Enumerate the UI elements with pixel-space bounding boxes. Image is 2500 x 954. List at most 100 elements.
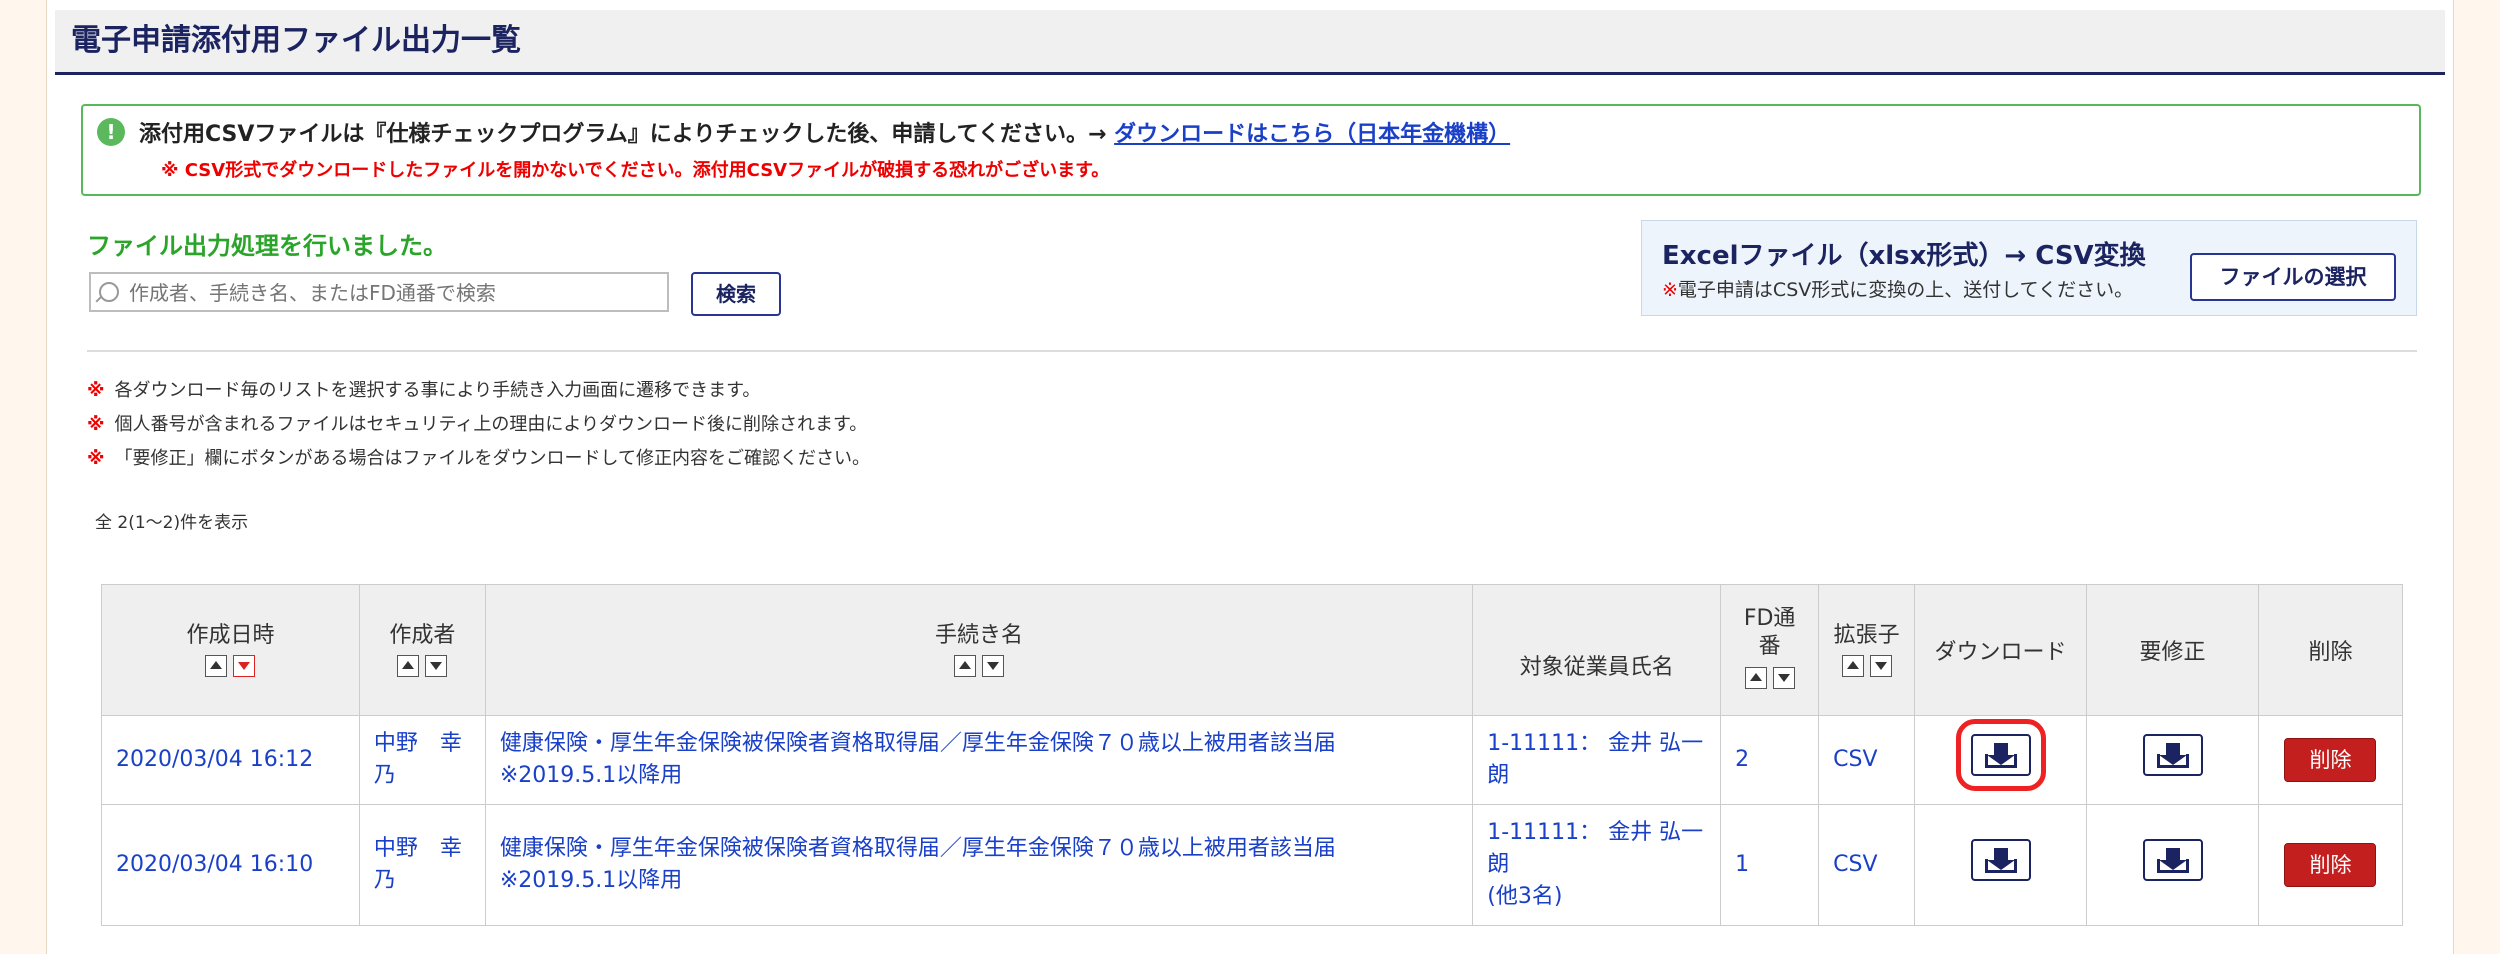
table-row[interactable]: 2020/03/04 16:10 中野 幸乃 健康保険・厚生年金保険被保険者資格… (101, 804, 2404, 926)
tray-icon (1984, 859, 2017, 873)
search-input[interactable] (127, 278, 661, 308)
note-text: 個人番号が含まれるファイルはセキュリティ上の理由によりダウンロード後に削除されま… (114, 414, 868, 435)
note-item: ※ 各ダウンロード毎のリストを選択する事により手続き入力画面に遷移できます。 (87, 376, 870, 410)
col-date-label: 作成日時 (186, 623, 275, 648)
col-fd: FD通番 (1720, 584, 1820, 716)
search-button[interactable]: 検索 (691, 272, 781, 316)
download-button[interactable] (1955, 719, 2046, 791)
note-mark: ※ (87, 380, 105, 401)
fix-download-button[interactable] (2142, 734, 2203, 776)
procedure-note: ※2019.5.1以降用 (499, 868, 683, 893)
sort-asc-icon[interactable] (397, 655, 420, 677)
cell-delete: 削除 (2257, 715, 2404, 805)
col-download: ダウンロード (1914, 584, 2088, 716)
main-panel: 電子申請添付用ファイル出力一覧 ! 添付用CSVファイルは『仕様チェックプログラ… (46, 0, 2454, 954)
sort-asc-icon[interactable] (1841, 655, 1864, 677)
sort-desc-icon[interactable] (982, 655, 1005, 677)
col-employee: 対象従業員氏名 (1472, 584, 1722, 716)
employee-extra: (他3名) (1487, 884, 1563, 909)
excel-convert-note: ※電子申請はCSV形式に変換の上、送付してください。 (1662, 275, 2133, 302)
cell-fix (2086, 715, 2259, 805)
cell-fd[interactable]: 2 (1720, 715, 1820, 805)
cell-date[interactable]: 2020/03/04 16:12 (101, 715, 360, 805)
cell-ext[interactable]: CSV (1818, 804, 1916, 926)
cell-procedure[interactable]: 健康保険・厚生年金保険被保険者資格取得届／厚生年金保険７０歳以上被用者該当届 ※2… (484, 715, 1474, 805)
sort-asc-icon[interactable] (1744, 667, 1767, 689)
col-procedure-label: 手続き名 (935, 623, 1024, 648)
excel-convert-title: Excelファイル（xlsx形式）→ CSV変換 (1662, 241, 2146, 271)
sort-controls (954, 655, 1005, 677)
cell-creator[interactable]: 中野 幸乃 (358, 804, 486, 926)
page-title: 電子申請添付用ファイル出力一覧 (71, 23, 521, 58)
col-employee-label: 対象従業員氏名 (1519, 655, 1674, 680)
download-spec-link[interactable]: ダウンロードはこちら（日本年金機構） (1114, 122, 1510, 147)
tray-icon (2156, 859, 2189, 873)
cell-download (1914, 804, 2088, 926)
note-text: 「要修正」欄にボタンがある場合はファイルをダウンロードして修正内容をご確認くださ… (114, 448, 870, 469)
sort-controls (1744, 667, 1795, 689)
note-text: 各ダウンロード毎のリストを選択する事により手続き入力画面に遷移できます。 (114, 380, 761, 401)
search-box (89, 272, 669, 312)
info-notice: ! 添付用CSVファイルは『仕様チェックプログラム』によりチェックした後、申請し… (81, 104, 2421, 196)
search-icon (99, 282, 119, 302)
col-procedure: 手続き名 (484, 584, 1474, 716)
excel-note-text: 電子申請はCSV形式に変換の上、送付してください。 (1677, 279, 2134, 301)
table-header-row: 作成日時 作成者 手続き名 対象従業員氏名 FD通番 拡張子 ダウンロード 要修… (101, 584, 2404, 716)
cell-download (1914, 715, 2088, 805)
exclamation-icon: ! (97, 118, 125, 146)
sort-asc-icon[interactable] (954, 655, 977, 677)
sort-controls (397, 655, 448, 677)
col-ext: 拡張子 (1818, 584, 1916, 716)
notice-line1: 添付用CSVファイルは『仕様チェックプログラム』によりチェックした後、申請してく… (139, 116, 1510, 148)
cell-creator[interactable]: 中野 幸乃 (358, 715, 486, 805)
sort-desc-icon[interactable] (425, 655, 448, 677)
note-mark: ※ (87, 414, 105, 435)
fix-download-button[interactable] (2142, 839, 2203, 881)
file-select-button[interactable]: ファイルの選択 (2190, 253, 2396, 301)
sort-controls (1841, 655, 1892, 677)
note-item: ※ 個人番号が含まれるファイルはセキュリティ上の理由によりダウンロード後に削除され… (87, 410, 870, 444)
result-count: 全 2(1〜2)件を表示 (95, 513, 249, 533)
note-mark: ※ (1662, 279, 1678, 301)
cell-fd[interactable]: 1 (1720, 804, 1820, 926)
procedure-note: ※2019.5.1以降用 (499, 763, 683, 788)
notice-text: 添付用CSVファイルは『仕様チェックプログラム』によりチェックした後、申請してく… (139, 122, 1107, 147)
col-ext-label: 拡張子 (1833, 623, 1900, 648)
page-header: 電子申請添付用ファイル出力一覧 (55, 10, 2445, 75)
cell-employee[interactable]: 1-11111： 金井 弘一朗 (他3名) (1472, 804, 1722, 926)
sort-controls (205, 655, 256, 677)
tray-icon (1984, 754, 2017, 768)
col-creator: 作成者 (358, 584, 486, 716)
employee-name: 1-11111： 金井 弘一朗 (1487, 731, 1704, 788)
tray-icon (2156, 754, 2189, 768)
file-table: 作成日時 作成者 手続き名 対象従業員氏名 FD通番 拡張子 ダウンロード 要修… (101, 584, 2404, 926)
cell-date[interactable]: 2020/03/04 16:10 (101, 804, 360, 926)
sort-asc-icon[interactable] (205, 655, 228, 677)
cell-delete: 削除 (2257, 804, 2404, 926)
delete-button[interactable]: 削除 (2284, 738, 2377, 782)
cell-ext[interactable]: CSV (1818, 715, 1916, 805)
notice-warning: ※ CSV形式でダウンロードしたファイルを開かないでください。添付用CSVファイ… (161, 160, 1110, 181)
col-creator-label: 作成者 (389, 623, 456, 648)
col-fix: 要修正 (2086, 584, 2259, 716)
col-fd-label: FD通番 (1743, 606, 1796, 659)
cell-fix (2086, 804, 2259, 926)
note-item: ※ 「要修正」欄にボタンがある場合はファイルをダウンロードして修正内容をご確認くだ… (87, 444, 870, 478)
cell-employee[interactable]: 1-11111： 金井 弘一朗 (1472, 715, 1722, 805)
delete-button[interactable]: 削除 (2284, 843, 2377, 887)
excel-convert-box: Excelファイル（xlsx形式）→ CSV変換 ※電子申請はCSV形式に変換の… (1641, 220, 2417, 316)
procedure-name: 健康保険・厚生年金保険被保険者資格取得届／厚生年金保険７０歳以上被用者該当届 (499, 836, 1336, 861)
status-message: ファイル出力処理を行いました。 (87, 232, 447, 260)
sort-desc-icon[interactable] (1869, 655, 1892, 677)
notes-list: ※ 各ダウンロード毎のリストを選択する事により手続き入力画面に遷移できます。 ※ 個… (87, 376, 870, 478)
col-date: 作成日時 (101, 584, 360, 716)
download-button[interactable] (1970, 839, 2031, 881)
divider (87, 350, 2417, 352)
sort-desc-icon[interactable] (233, 655, 256, 677)
cell-procedure[interactable]: 健康保険・厚生年金保険被保険者資格取得届／厚生年金保険７０歳以上被用者該当届 ※2… (484, 804, 1474, 926)
note-mark: ※ (87, 448, 105, 469)
sort-desc-icon[interactable] (1772, 667, 1795, 689)
col-delete: 削除 (2257, 584, 2404, 716)
table-row[interactable]: 2020/03/04 16:12 中野 幸乃 健康保険・厚生年金保険被保険者資格… (101, 715, 2404, 805)
procedure-name: 健康保険・厚生年金保険被保険者資格取得届／厚生年金保険７０歳以上被用者該当届 (499, 731, 1336, 756)
